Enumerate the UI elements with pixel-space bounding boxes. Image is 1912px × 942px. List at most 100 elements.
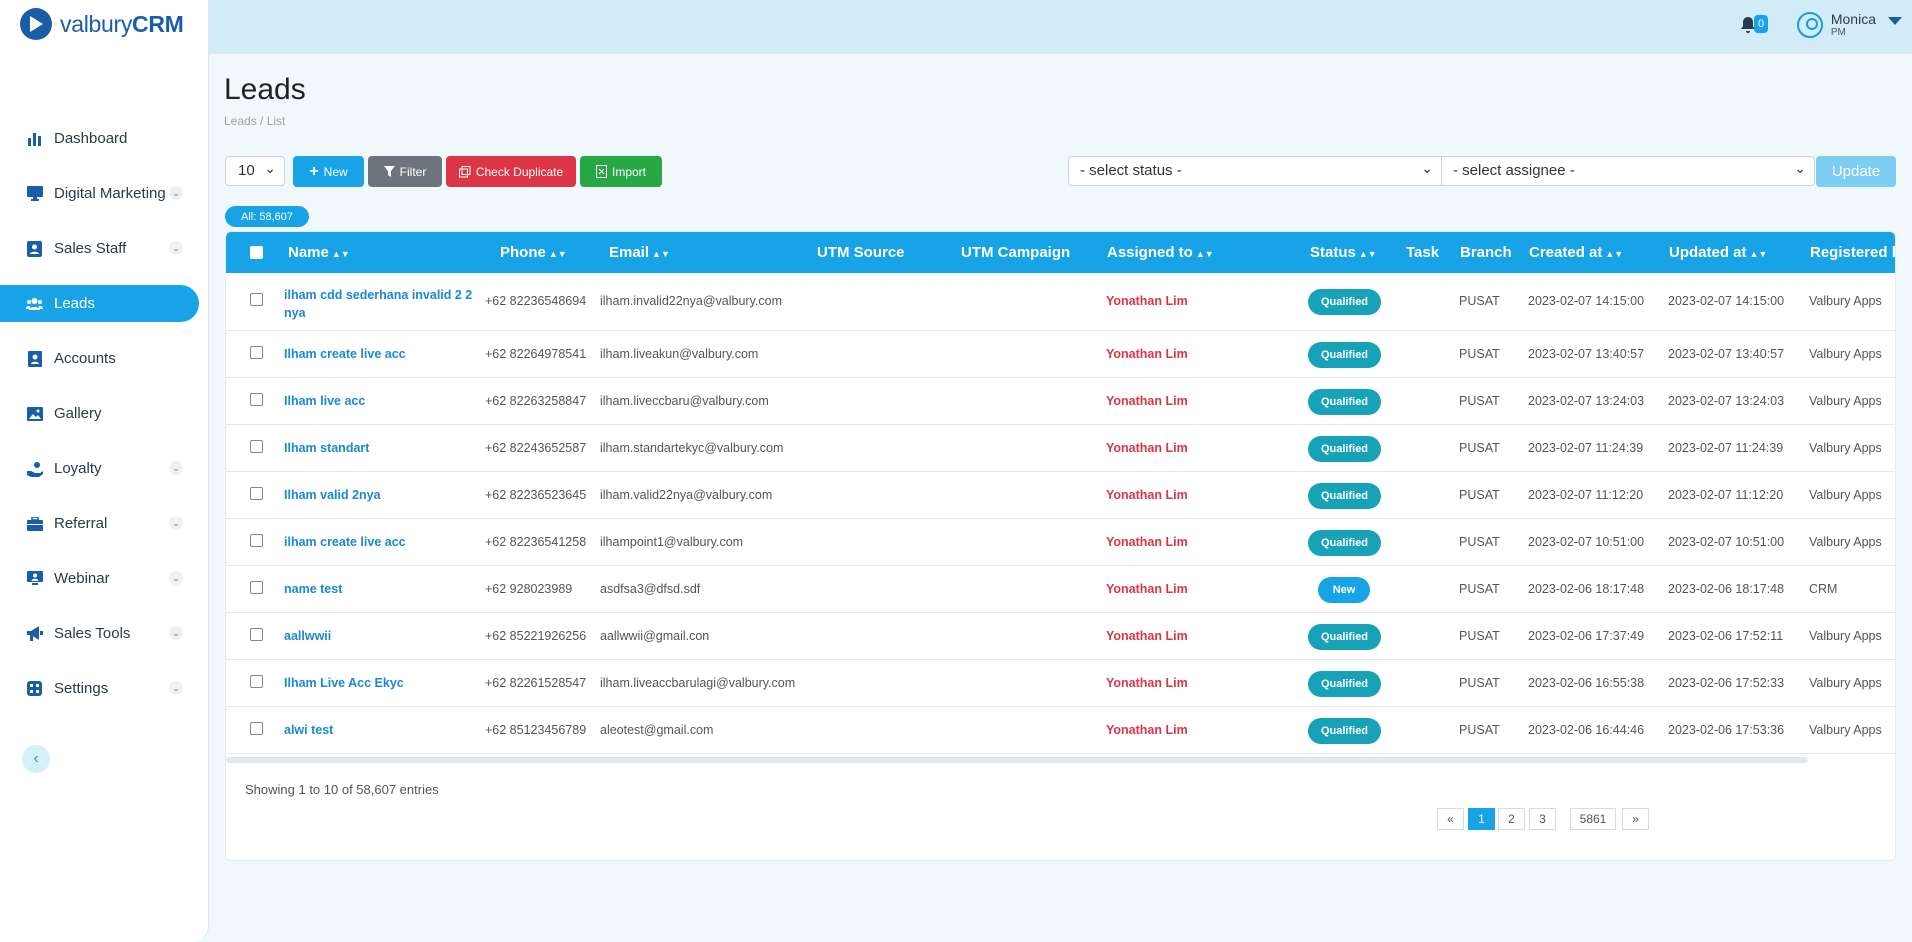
- bar-chart-icon: [26, 130, 43, 147]
- lead-assigned-to: Yonathan Lim: [1106, 581, 1188, 596]
- table-row[interactable]: name test +62 928023989 asdfsa3@dfsd.sdf Yo…: [226, 566, 1895, 613]
- sidebar-item-sales-tools[interactable]: Sales Tools ⌄: [0, 615, 199, 652]
- new-lead-button[interactable]: + New: [293, 156, 364, 187]
- table-row[interactable]: Ilham valid 2nya +62 82236523645 ilham.val…: [226, 472, 1895, 519]
- update-label: Update: [1831, 163, 1881, 180]
- sidebar-item-dashboard[interactable]: Dashboard: [0, 120, 199, 157]
- lead-updated-at: 2023-02-07 13:40:57: [1668, 346, 1785, 361]
- lead-phone: +62 82236523645: [485, 487, 587, 502]
- status-badge: Qualified: [1308, 341, 1381, 368]
- lead-name-link[interactable]: name test: [284, 582, 342, 596]
- user-avatar-icon: [1796, 12, 1823, 38]
- table-row[interactable]: Ilham Live Acc Ekyc +62 82261528547 ilham.…: [226, 660, 1895, 707]
- row-checkbox[interactable]: [250, 721, 263, 735]
- pager-page-button[interactable]: 5861: [1570, 808, 1616, 830]
- column-header-status[interactable]: Status ▲▼: [1310, 244, 1377, 261]
- row-checkbox[interactable]: [250, 533, 263, 547]
- column-header-name[interactable]: Name ▲▼: [288, 244, 350, 261]
- lead-assigned-to: Yonathan Lim: [1106, 628, 1188, 643]
- lead-name-link[interactable]: Ilham create live acc: [284, 347, 406, 361]
- sort-icon: ▲▼: [1358, 249, 1377, 259]
- row-checkbox[interactable]: [250, 627, 263, 641]
- table-header: Name ▲▼ Phone ▲▼ Email ▲▼ UTM Source UTM Campai…: [226, 232, 1895, 273]
- row-checkbox[interactable]: [250, 580, 263, 594]
- assignee-select[interactable]: - select assignee -: [1441, 154, 1815, 186]
- filter-button[interactable]: Filter: [368, 156, 442, 187]
- pager-prev-button[interactable]: «: [1437, 808, 1464, 830]
- sidebar-collapse-button[interactable]: ‹: [22, 745, 50, 773]
- row-checkbox[interactable]: [250, 486, 263, 500]
- row-checkbox[interactable]: [250, 674, 263, 688]
- column-header-assigned-to[interactable]: Assigned to ▲▼: [1107, 244, 1214, 261]
- sidebar-item-leads[interactable]: Leads: [0, 285, 199, 322]
- sidebar-item-accounts[interactable]: Accounts: [0, 340, 199, 377]
- column-header-updated-at[interactable]: Updated at ▲▼: [1669, 244, 1767, 261]
- lead-assigned-to: Yonathan Lim: [1106, 722, 1188, 737]
- row-checkbox[interactable]: [250, 439, 263, 453]
- sidebar-item-referral[interactable]: Referral ⌄: [0, 505, 199, 542]
- user-menu[interactable]: Monica PM: [1796, 12, 1902, 38]
- lead-name-link[interactable]: Ilham live acc: [284, 394, 365, 408]
- check-duplicate-button[interactable]: Check Duplicate: [446, 156, 576, 187]
- column-header-email[interactable]: Email ▲▼: [609, 244, 670, 261]
- status-select[interactable]: - select status -: [1068, 154, 1442, 186]
- megaphone-icon: [26, 625, 43, 642]
- horizontal-scrollbar[interactable]: [226, 757, 1808, 763]
- table-row[interactable]: Ilham standart +62 82243652587 ilham.stand…: [226, 425, 1895, 472]
- chevron-down-icon: ⌄: [169, 186, 183, 200]
- sidebar-item-sales-staff[interactable]: Sales Staff ⌄: [0, 230, 199, 267]
- sidebar-item-settings[interactable]: Settings ⌄: [0, 670, 199, 707]
- lead-name-link[interactable]: Ilham valid 2nya: [284, 488, 381, 502]
- lead-updated-at: 2023-02-07 13:24:03: [1668, 393, 1785, 408]
- caret-down-icon: [1888, 17, 1902, 25]
- sidebar-item-webinar[interactable]: Webinar ⌄: [0, 560, 199, 597]
- lead-email: ilham.liveaccbarulagi@valbury.com: [600, 675, 796, 690]
- table-row[interactable]: ilham cdd sederhana invalid 2 2 nya +62 82…: [226, 273, 1895, 331]
- pager-page-button[interactable]: 2: [1498, 808, 1525, 830]
- lead-created-at: 2023-02-07 10:51:00: [1528, 534, 1645, 549]
- breadcrumb[interactable]: Leads / List: [224, 114, 285, 128]
- app-logo[interactable]: valburyCRM: [20, 8, 184, 40]
- row-checkbox[interactable]: [250, 293, 263, 306]
- notifications-button[interactable]: 0: [1740, 14, 1770, 36]
- pager-page-button[interactable]: 1: [1468, 808, 1495, 830]
- column-header-created-at[interactable]: Created at ▲▼: [1529, 244, 1623, 261]
- all-count-pill[interactable]: All: 58,607: [225, 206, 309, 227]
- sidebar-item-digital-marketing[interactable]: Digital Marketing ⌄: [0, 175, 199, 212]
- filter-label: Filter: [399, 164, 427, 179]
- pager-page-button[interactable]: 3: [1529, 808, 1556, 830]
- table-row[interactable]: ilham create live acc +62 82236541258 ilha…: [226, 519, 1895, 566]
- import-button[interactable]: Import: [580, 156, 662, 187]
- chevron-down-icon: ⌄: [169, 241, 183, 255]
- lead-name-link[interactable]: ilham cdd sederhana invalid 2 2 nya: [284, 286, 472, 322]
- column-header-phone[interactable]: Phone ▲▼: [500, 244, 567, 261]
- lead-name-link[interactable]: ilham create live acc: [284, 535, 406, 549]
- lead-name-link[interactable]: Ilham Live Acc Ekyc: [284, 676, 404, 690]
- page-size-select[interactable]: 10: [225, 154, 285, 186]
- table-row[interactable]: Ilham live acc +62 82263258847 ilham.livec…: [226, 378, 1895, 425]
- lead-name-link[interactable]: aallwwii: [284, 629, 331, 643]
- sort-icon: ▲▼: [1749, 249, 1768, 259]
- logo-text-bold: CRM: [132, 10, 184, 37]
- lead-created-at: 2023-02-07 13:24:03: [1528, 393, 1645, 408]
- lead-phone: +62 82263258847: [485, 393, 587, 408]
- lead-branch: PUSAT: [1459, 346, 1500, 361]
- table-row[interactable]: aallwwii +62 85221926256 aallwwii@gmail.co…: [226, 613, 1895, 660]
- pager-next-button[interactable]: »: [1622, 808, 1649, 830]
- sort-icon: ▲▼: [331, 249, 350, 259]
- select-all-checkbox[interactable]: [250, 246, 263, 259]
- sidebar-item-loyalty[interactable]: Loyalty ⌄: [0, 450, 199, 487]
- sidebar-item-label: Digital Marketing: [54, 185, 166, 202]
- table-row[interactable]: alwi test +62 85123456789 aleotest@gmail.c…: [226, 707, 1895, 754]
- lead-phone: +62 82264978541: [485, 346, 587, 361]
- sidebar-item-gallery[interactable]: Gallery: [0, 395, 199, 432]
- row-checkbox[interactable]: [250, 392, 263, 406]
- lead-registered-by: Valbury Apps: [1809, 628, 1882, 643]
- table-row[interactable]: Ilham create live acc +62 82264978541 ilha…: [226, 331, 1895, 378]
- lead-name-link[interactable]: Ilham standart: [284, 441, 369, 455]
- lead-name-link[interactable]: alwi test: [284, 723, 333, 737]
- update-button[interactable]: Update: [1816, 156, 1896, 187]
- sidebar-item-label: Accounts: [54, 350, 116, 367]
- lead-email: ilham.invalid22nya@valbury.com: [600, 294, 782, 308]
- row-checkbox[interactable]: [250, 345, 263, 359]
